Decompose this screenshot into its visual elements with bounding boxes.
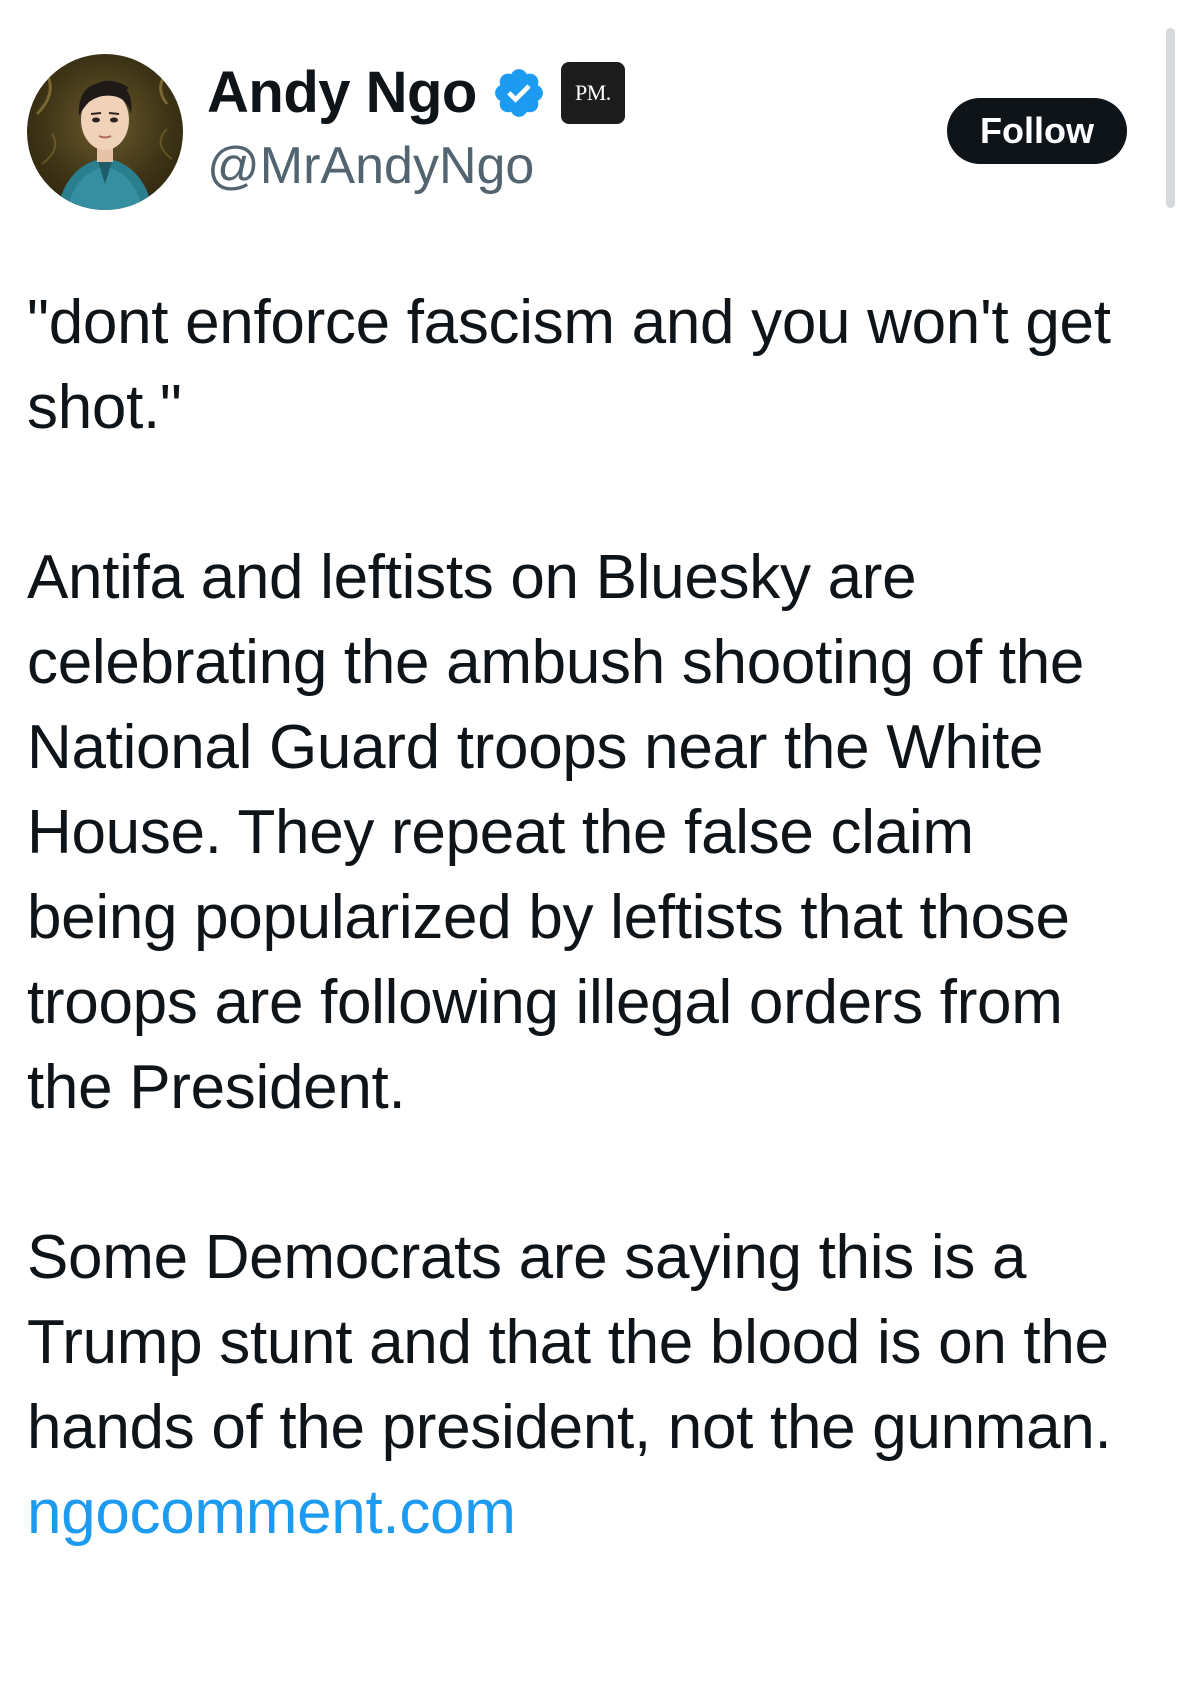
display-name[interactable]: Andy Ngo [207,64,477,122]
author-info: Andy Ngo PM. @MrAndyNgo [207,52,625,212]
tweet-paragraph-1: "dont enforce fascism and you won't get … [27,288,1111,442]
avatar-illustration [35,67,173,210]
tweet-paragraph-3-text: Some Democrats are saying this is a Trum… [27,1223,1112,1462]
tweet-header: Andy Ngo PM. @MrAndyNgo Follow [27,52,1137,210]
verified-badge-icon[interactable] [491,65,547,121]
affiliation-badge[interactable]: PM. [560,62,625,124]
external-link[interactable]: ngocomment.com [27,1478,516,1547]
tweet-card: Andy Ngo PM. @MrAndyNgo Follow "dont enf… [0,0,1179,1697]
tweet-text: "dont enforce fascism and you won't get … [27,280,1127,1555]
avatar[interactable] [27,54,183,210]
scrollbar[interactable] [1166,28,1175,208]
name-row: Andy Ngo PM. [207,52,625,134]
follow-button[interactable]: Follow [947,98,1127,164]
tweet-paragraph-2: Antifa and leftists on Bluesky are celeb… [27,543,1085,1122]
tweet-paragraph-3: Some Democrats are saying this is a Trum… [27,1215,1127,1555]
author-handle[interactable]: @MrAndyNgo [207,140,625,192]
